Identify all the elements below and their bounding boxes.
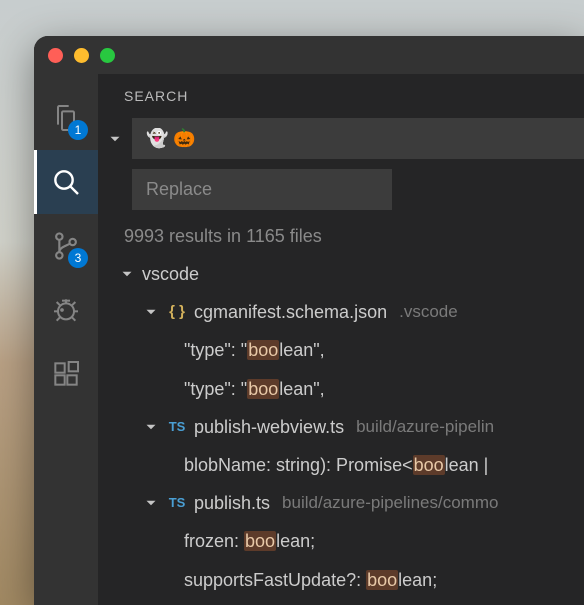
ts-file-icon: TS bbox=[166, 491, 188, 516]
window-minimize-button[interactable] bbox=[74, 48, 89, 63]
extensions-icon bbox=[50, 358, 82, 390]
scm-badge: 3 bbox=[68, 248, 88, 268]
match-line: blobName: string): Promise<boolean | bbox=[184, 448, 488, 482]
match-line: "type": "boolean", bbox=[184, 333, 325, 367]
file-path: build/azure-pipelines/commo bbox=[282, 487, 498, 519]
replace-input[interactable] bbox=[132, 169, 392, 210]
chevron-down-icon[interactable] bbox=[142, 303, 160, 321]
app-window: 1 3 bbox=[34, 36, 584, 605]
file-name: publish.ts bbox=[194, 486, 270, 520]
file-path: build/azure-pipelin bbox=[356, 411, 494, 443]
activity-source-control[interactable]: 3 bbox=[34, 214, 98, 278]
json-file-icon: { } bbox=[166, 298, 188, 327]
tree-file-row[interactable]: { } cgmanifest.schema.json .vscode bbox=[104, 293, 584, 331]
folder-label: vscode bbox=[142, 257, 199, 291]
explorer-badge: 1 bbox=[68, 120, 88, 140]
toggle-replace-icon[interactable] bbox=[106, 130, 124, 148]
titlebar[interactable] bbox=[34, 36, 584, 74]
match-row[interactable]: "type": "boolean", bbox=[104, 370, 584, 408]
search-input[interactable] bbox=[132, 118, 584, 159]
results-tree: vscode { } cgmanifest.schema.json .vscod… bbox=[98, 255, 584, 599]
tree-file-row[interactable]: TS publish-webview.ts build/azure-pipeli… bbox=[104, 408, 584, 446]
results-summary: 9993 results in 1165 files bbox=[98, 210, 584, 255]
match-row[interactable]: blobName: string): Promise<boolean | bbox=[104, 446, 584, 484]
match-row[interactable]: "type": "boolean", bbox=[104, 331, 584, 369]
activity-debug[interactable] bbox=[34, 278, 98, 342]
match-line: frozen: boolean; bbox=[184, 524, 315, 558]
match-row[interactable]: supportsFastUpdate?: boolean; bbox=[104, 561, 584, 599]
chevron-down-icon bbox=[106, 130, 124, 148]
chevron-down-icon[interactable] bbox=[142, 494, 160, 512]
activity-search[interactable] bbox=[34, 150, 98, 214]
activity-bar: 1 3 bbox=[34, 74, 98, 605]
match-highlight: boo bbox=[247, 379, 279, 399]
match-row[interactable]: frozen: boolean; bbox=[104, 522, 584, 560]
replace-row bbox=[98, 159, 584, 210]
search-sidebar: SEARCH 9993 results in 1165 files vscode bbox=[98, 74, 584, 605]
search-icon bbox=[50, 166, 82, 198]
file-name: publish-webview.ts bbox=[194, 410, 344, 444]
match-highlight: boo bbox=[413, 455, 445, 475]
window-maximize-button[interactable] bbox=[100, 48, 115, 63]
activity-extensions[interactable] bbox=[34, 342, 98, 406]
search-row bbox=[98, 118, 584, 159]
match-highlight: boo bbox=[244, 531, 276, 551]
debug-icon bbox=[50, 294, 82, 326]
chevron-down-icon[interactable] bbox=[118, 265, 136, 283]
file-name: cgmanifest.schema.json bbox=[194, 295, 387, 329]
sidebar-header: SEARCH bbox=[98, 74, 584, 118]
tree-folder-row[interactable]: vscode bbox=[104, 255, 584, 293]
match-highlight: boo bbox=[247, 340, 279, 360]
match-line: "type": "boolean", bbox=[184, 372, 325, 406]
match-line: supportsFastUpdate?: boolean; bbox=[184, 563, 437, 597]
file-path: .vscode bbox=[399, 296, 458, 328]
chevron-down-icon[interactable] bbox=[142, 418, 160, 436]
tree-file-row[interactable]: TS publish.ts build/azure-pipelines/comm… bbox=[104, 484, 584, 522]
match-highlight: boo bbox=[366, 570, 398, 590]
window-close-button[interactable] bbox=[48, 48, 63, 63]
ts-file-icon: TS bbox=[166, 415, 188, 440]
window-body: 1 3 bbox=[34, 74, 584, 605]
activity-explorer[interactable]: 1 bbox=[34, 86, 98, 150]
